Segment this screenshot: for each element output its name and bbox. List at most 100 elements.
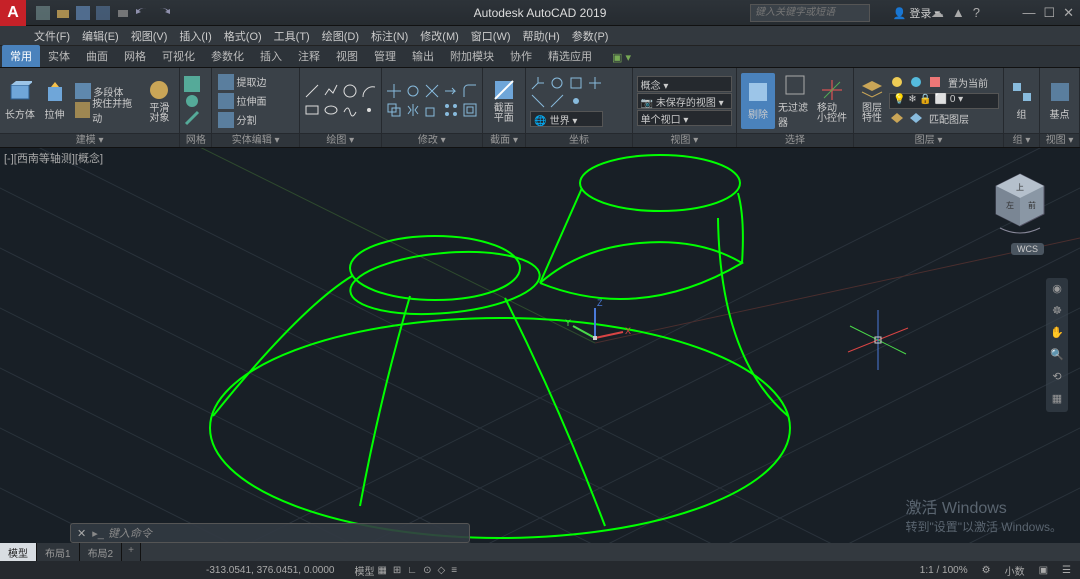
cmd-close-icon[interactable]: ✕ — [77, 527, 86, 540]
tab-manage[interactable]: 管理 — [366, 45, 404, 67]
mesh-icon-1[interactable] — [184, 76, 200, 92]
menu-help[interactable]: 帮助(H) — [519, 28, 564, 44]
world-combo[interactable]: 🌐 世界 ▾ — [530, 111, 603, 127]
tab-addins[interactable]: 附加模块 — [442, 45, 502, 67]
units-button[interactable]: 小数 — [1002, 563, 1028, 578]
tab-collab[interactable]: 协作 — [502, 45, 540, 67]
panel-title-baseview[interactable]: 视图 ▾ — [1040, 133, 1079, 147]
steering-icon[interactable]: ☸ — [1049, 304, 1065, 320]
panel-title-draw[interactable]: 绘图 ▾ — [300, 133, 381, 147]
ucs-icon-3[interactable] — [568, 75, 584, 91]
scale-button[interactable]: 1:1 / 100% — [917, 565, 971, 576]
tab-output[interactable]: 输出 — [404, 45, 442, 67]
menu-draw[interactable]: 绘图(D) — [318, 28, 363, 44]
polar-toggle[interactable]: ⊙ — [420, 565, 434, 576]
gizmo-button[interactable]: 移动 小控件 — [815, 73, 849, 129]
tab-expand-icon[interactable]: ▣ ▾ — [604, 48, 639, 67]
coords-readout[interactable]: -313.0541, 376.0451, 0.0000 — [206, 565, 334, 576]
layer-icon-4[interactable] — [889, 110, 905, 126]
maximize-icon[interactable]: ☐ — [1043, 5, 1055, 21]
tab-surface[interactable]: 曲面 — [78, 45, 116, 67]
rotate-icon[interactable] — [405, 83, 421, 99]
tab-layout2[interactable]: 布局2 — [80, 543, 123, 561]
viewport[interactable]: [-][西南等轴测][概念] — [0, 148, 1080, 543]
panel-title-group[interactable]: 组 ▾ — [1004, 133, 1039, 147]
layer-combo[interactable]: 💡 ❄ 🔒 ⬜ 0 ▾ — [889, 93, 999, 109]
cull-button[interactable]: 剔除 — [741, 73, 775, 129]
panel-title-section[interactable]: 截面 ▾ — [483, 133, 526, 147]
presspull-button[interactable]: 按住并拖动 — [73, 101, 140, 119]
ucs-icon-5[interactable] — [530, 93, 546, 109]
mesh-icon-2[interactable] — [184, 93, 200, 109]
fullnav-icon[interactable]: ◉ — [1049, 282, 1065, 298]
iso-icon[interactable]: ▣ — [1036, 565, 1051, 576]
drawing-canvas[interactable]: X Y Z — [0, 148, 1080, 543]
tab-annotate[interactable]: 注释 — [290, 45, 328, 67]
panel-title-build[interactable]: 建模 ▾ — [0, 133, 179, 147]
gear-icon[interactable]: ⚙ — [979, 565, 994, 576]
saveas-icon[interactable] — [96, 6, 110, 20]
scale-icon[interactable] — [424, 102, 440, 118]
menu-param[interactable]: 参数(P) — [568, 28, 613, 44]
arc-icon[interactable] — [361, 83, 377, 99]
rect-icon[interactable] — [304, 102, 320, 118]
panel-title-view[interactable]: 视图 ▾ — [633, 133, 736, 147]
command-line[interactable]: ✕ ▸_ 键入命令 — [70, 523, 470, 543]
layer-icon-1[interactable] — [889, 74, 905, 90]
clean-icon[interactable]: ☰ — [1059, 565, 1074, 576]
orbit-icon[interactable]: ⟲ — [1049, 370, 1065, 386]
move-icon[interactable] — [386, 83, 402, 99]
extrude-button[interactable]: 拉伸 — [39, 73, 71, 129]
menu-edit[interactable]: 编辑(E) — [78, 28, 123, 44]
group-button[interactable]: 组 — [1008, 73, 1035, 129]
menu-modify[interactable]: 修改(M) — [416, 28, 463, 44]
tab-view[interactable]: 视图 — [328, 45, 366, 67]
undo-icon[interactable] — [136, 6, 150, 20]
polyline-icon[interactable] — [323, 83, 339, 99]
tab-featured[interactable]: 精选应用 — [540, 45, 600, 67]
viewcube[interactable]: 左 前 上 — [990, 168, 1050, 238]
ucs-icon-7[interactable] — [568, 93, 584, 109]
ucs-icon-6[interactable] — [549, 93, 565, 109]
close-icon[interactable]: ✕ — [1063, 5, 1074, 21]
osnap-toggle[interactable]: ◇ — [434, 565, 448, 576]
fillet-icon[interactable] — [462, 83, 478, 99]
smooth-button[interactable]: 平滑 对象 — [143, 73, 175, 129]
ellipse-icon[interactable] — [323, 102, 339, 118]
tab-solid[interactable]: 实体 — [40, 45, 78, 67]
minimize-icon[interactable]: — — [1022, 5, 1035, 21]
add-layout-icon[interactable]: + — [122, 543, 141, 561]
panel-title-select[interactable]: 选择 — [737, 133, 853, 147]
redo-icon[interactable] — [156, 6, 170, 20]
offset-icon[interactable] — [462, 102, 478, 118]
search-input[interactable] — [750, 4, 870, 22]
layerprops-button[interactable]: 图层 特性 — [858, 73, 886, 129]
panel-title-modify[interactable]: 修改 ▾ — [382, 133, 482, 147]
grid-toggle[interactable]: ▦ — [374, 565, 389, 576]
wcs-badge[interactable]: WCS — [1011, 243, 1044, 255]
menu-insert[interactable]: 插入(I) — [175, 28, 215, 44]
tab-insert[interactable]: 插入 — [252, 45, 290, 67]
layer-icon-2[interactable] — [908, 74, 924, 90]
ortho-toggle[interactable]: ∟ — [404, 565, 420, 576]
line-icon[interactable] — [304, 83, 320, 99]
section-button[interactable]: 截面 平面 — [487, 73, 521, 129]
lwt-toggle[interactable]: ≡ — [448, 565, 460, 576]
new-icon[interactable] — [36, 6, 50, 20]
help-icon[interactable]: ? — [973, 5, 980, 21]
tab-mesh[interactable]: 网格 — [116, 45, 154, 67]
pan-icon[interactable]: ✋ — [1049, 326, 1065, 342]
nofilter-button[interactable]: 无过滤器 — [778, 73, 812, 129]
model-space-button[interactable]: 模型 — [354, 563, 374, 578]
menu-format[interactable]: 格式(O) — [220, 28, 266, 44]
panel-title-solidedit[interactable]: 实体编辑 ▾ — [212, 133, 298, 147]
menu-view[interactable]: 视图(V) — [127, 28, 172, 44]
menu-file[interactable]: 文件(F) — [30, 28, 74, 44]
layer-icon-5[interactable] — [908, 110, 924, 126]
ucs-icon-4[interactable] — [587, 75, 603, 91]
menu-window[interactable]: 窗口(W) — [467, 28, 515, 44]
array-icon[interactable] — [443, 102, 459, 118]
panel-title-layer[interactable]: 图层 ▾ — [854, 133, 1003, 147]
app-logo[interactable]: A — [0, 0, 26, 26]
layer-icon-3[interactable] — [927, 74, 943, 90]
